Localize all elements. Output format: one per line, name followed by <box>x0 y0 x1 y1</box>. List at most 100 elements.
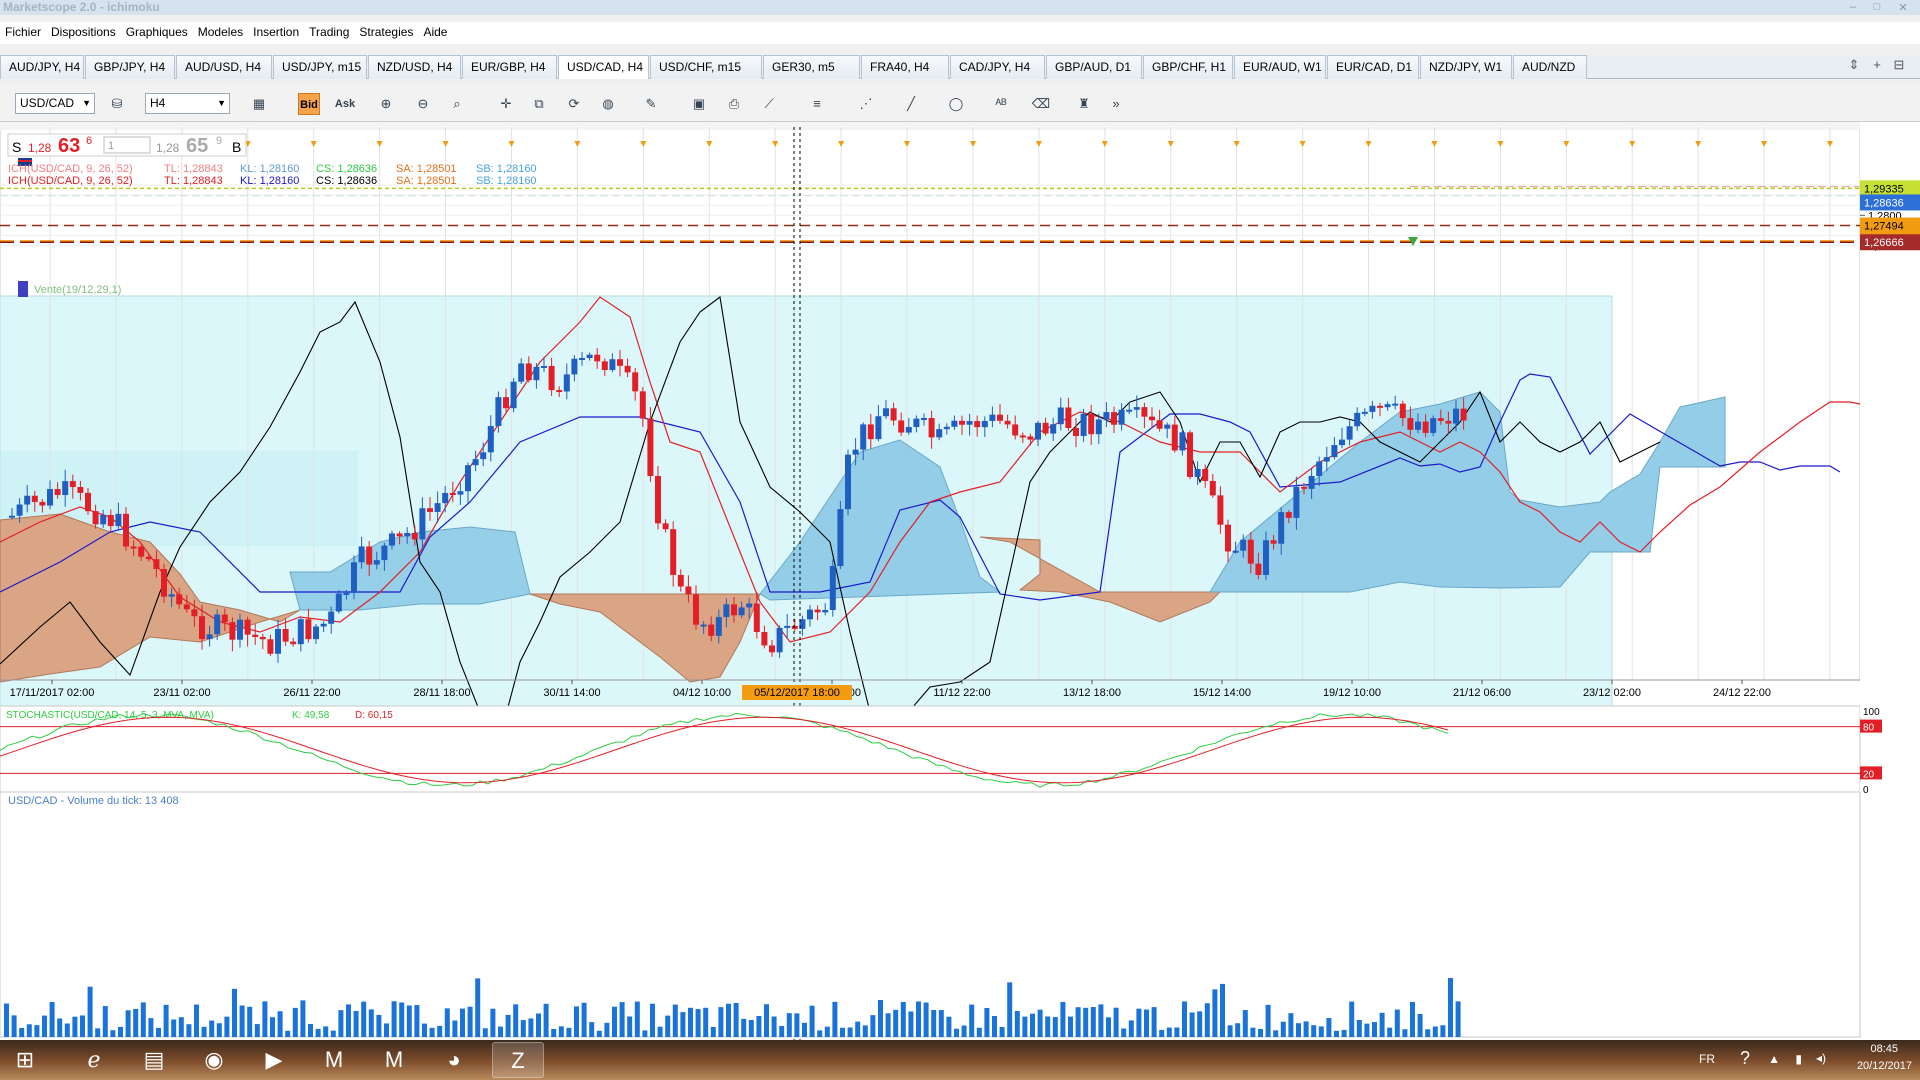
candle-body <box>145 556 152 560</box>
menu-graphiques[interactable]: Graphiques <box>121 22 193 42</box>
text-tool-icon[interactable]: ᴬᴮ <box>990 93 1012 115</box>
zoom-in-icon[interactable]: ⊕ <box>375 93 397 115</box>
screenshot-icon[interactable]: ▣ <box>688 93 710 115</box>
candle-body <box>1080 413 1087 436</box>
ellipse-icon[interactable]: ◯ <box>945 93 967 115</box>
tab-gbp-jpy-h4[interactable]: GBP/JPY, H4 <box>85 55 175 79</box>
menu-aide[interactable]: Aide <box>418 22 452 42</box>
volume-bar <box>1128 1020 1134 1037</box>
candle-body <box>951 420 958 427</box>
sell-price-big: 63 <box>58 135 80 157</box>
firefox-icon[interactable]: ◕ <box>428 1042 480 1078</box>
maximize-button[interactable]: □ <box>1866 1 1888 13</box>
tab-layout-icon[interactable]: ⊟ <box>1890 57 1908 75</box>
lines-icon[interactable]: ≡ <box>806 93 828 115</box>
tab-eur-cad-d1[interactable]: EUR/CAD, D1 <box>1327 55 1419 79</box>
menu-strategies[interactable]: Strategies <box>354 22 418 42</box>
chart-style-icon[interactable]: ▦ <box>248 93 270 115</box>
volume-bar <box>756 1015 762 1037</box>
internet-explorer-icon[interactable]: ℯ <box>68 1042 120 1078</box>
order-marker-icon[interactable] <box>18 281 28 297</box>
volume-bar <box>786 1013 792 1037</box>
tab-fra40-h4[interactable]: FRA40, H4 <box>861 55 949 79</box>
tab-scroll-icon[interactable]: ⇕ <box>1845 57 1863 75</box>
tab-usd-jpy-m15[interactable]: USD/JPY, m15 <box>273 55 367 79</box>
crosshair-icon[interactable]: ✛ <box>495 93 517 115</box>
chrome-icon[interactable]: ◉ <box>188 1042 240 1078</box>
candle-body <box>700 624 707 627</box>
tab-gbp-chf-h1[interactable]: GBP/CHF, H1 <box>1143 55 1233 79</box>
close-button[interactable]: ✕ <box>1892 1 1914 14</box>
new-tab-icon[interactable]: + <box>1868 57 1886 75</box>
language-indicator[interactable]: FR <box>1699 1052 1715 1066</box>
app-m2-icon[interactable]: M <box>368 1042 420 1078</box>
network-icon[interactable]: ▮ <box>1795 1052 1802 1066</box>
zoom-out-icon[interactable]: ⊖ <box>412 93 434 115</box>
tab-aud-jpy-h4[interactable]: AUD/JPY, H4 <box>0 55 84 79</box>
draw-tools-icon[interactable]: ⟋ <box>758 93 780 115</box>
menu-fichier[interactable]: Fichier <box>0 22 46 42</box>
tab-ger30-m5[interactable]: GER30, m5 <box>763 55 860 79</box>
tab-eur-aud-w1[interactable]: EUR/AUD, W1 <box>1234 55 1326 79</box>
toolbar-more-icon[interactable]: » <box>1105 93 1127 115</box>
tab-eur-gbp-h4[interactable]: EUR/GBP, H4 <box>462 55 557 79</box>
globe-icon[interactable]: ◍ <box>597 93 619 115</box>
tab-aud-usd-h4[interactable]: AUD/USD, H4 <box>176 55 272 79</box>
tab-cad-jpy-h4[interactable]: CAD/JPY, H4 <box>950 55 1045 79</box>
menu-dispositions[interactable]: Dispositions <box>46 22 121 42</box>
tray-expand-icon[interactable]: ▲ <box>1768 1052 1780 1066</box>
volume-bar <box>1349 1001 1355 1037</box>
menu-trading[interactable]: Trading <box>304 22 354 42</box>
volume-bar <box>794 1013 800 1037</box>
minimize-button[interactable]: – <box>1842 1 1864 13</box>
tab-usd-cad-h4[interactable]: USD/CAD, H4 <box>558 55 649 79</box>
clock-date[interactable]: 20/12/2017 <box>1857 1060 1912 1072</box>
tab-aud-nzd[interactable]: AUD/NZD <box>1513 55 1587 79</box>
marketscope-taskbar-icon[interactable]: Z <box>492 1042 544 1078</box>
refresh-icon[interactable]: ⟳ <box>563 93 585 115</box>
candle-body <box>1453 408 1459 424</box>
app-m1-icon[interactable]: M <box>308 1042 360 1078</box>
media-player-icon[interactable]: ▶ <box>248 1042 300 1078</box>
chart-area[interactable]: 1,29501,29001,28501,28001,27501,27001,26… <box>0 122 1920 1040</box>
timeframe-select[interactable]: H4 ▼ <box>145 93 230 114</box>
chart-type-icon[interactable]: ⛁ <box>106 93 128 115</box>
volume-bar <box>1387 1027 1393 1037</box>
volume-icon[interactable]: ◂) <box>1816 1051 1826 1065</box>
volume-bar <box>840 1027 845 1037</box>
strategy-icon[interactable]: ♜ <box>1073 93 1095 115</box>
start-button-icon[interactable]: ⊞ <box>0 1042 50 1078</box>
menu-modeles[interactable]: Modeles <box>193 22 248 42</box>
tab-gbp-aud-d1[interactable]: GBP/AUD, D1 <box>1046 55 1142 79</box>
print-icon[interactable]: ⎙ <box>723 93 745 115</box>
title-bar: Marketscope 2.0 - ichimoku – □ ✕ <box>0 0 1920 15</box>
ask-button[interactable]: Ask <box>334 93 356 115</box>
symbol-select[interactable]: USD/CAD ▼ <box>15 93 95 114</box>
zoom-fit-icon[interactable]: ⌕ <box>446 93 468 115</box>
top-date-label: 25/12 <box>1750 122 1778 123</box>
bid-button[interactable]: Bid <box>298 93 320 115</box>
indicator-icon[interactable]: ⧉ <box>528 93 550 115</box>
top-date-label: 21/11 <box>103 122 130 123</box>
volume-bar <box>34 1025 40 1037</box>
ruler-icon[interactable]: ✎ <box>640 93 662 115</box>
candle-body <box>343 592 350 595</box>
fibonacci-icon[interactable]: ⋰ <box>855 93 877 115</box>
file-explorer-icon[interactable]: ▤ <box>128 1042 180 1078</box>
clock-time[interactable]: 08:45 <box>1870 1043 1898 1055</box>
help-icon[interactable]: ? <box>1740 1048 1750 1069</box>
tab-nzd-jpy-w1[interactable]: NZD/JPY, W1 <box>1420 55 1512 79</box>
eraser-icon[interactable]: ⌫ <box>1030 93 1052 115</box>
trendline-icon[interactable]: ╱ <box>900 93 922 115</box>
ichimoku-chart[interactable]: 1,29501,29001,28501,28001,27501,27001,26… <box>0 122 1920 1040</box>
tab-usd-chf-m15[interactable]: USD/CHF, m15 <box>650 55 762 79</box>
volume-bar <box>1410 1001 1415 1037</box>
volume-bar <box>627 1016 633 1037</box>
menu-insertion[interactable]: Insertion <box>248 22 304 42</box>
candle-body <box>518 363 525 382</box>
volume-bar <box>1273 1030 1279 1037</box>
candle-body <box>85 492 91 512</box>
bottom-date-label: 23/12 02:00 <box>1583 687 1641 699</box>
tab-nzd-usd-h4[interactable]: NZD/USD, H4 <box>368 55 461 79</box>
volume-bar <box>672 1004 678 1037</box>
